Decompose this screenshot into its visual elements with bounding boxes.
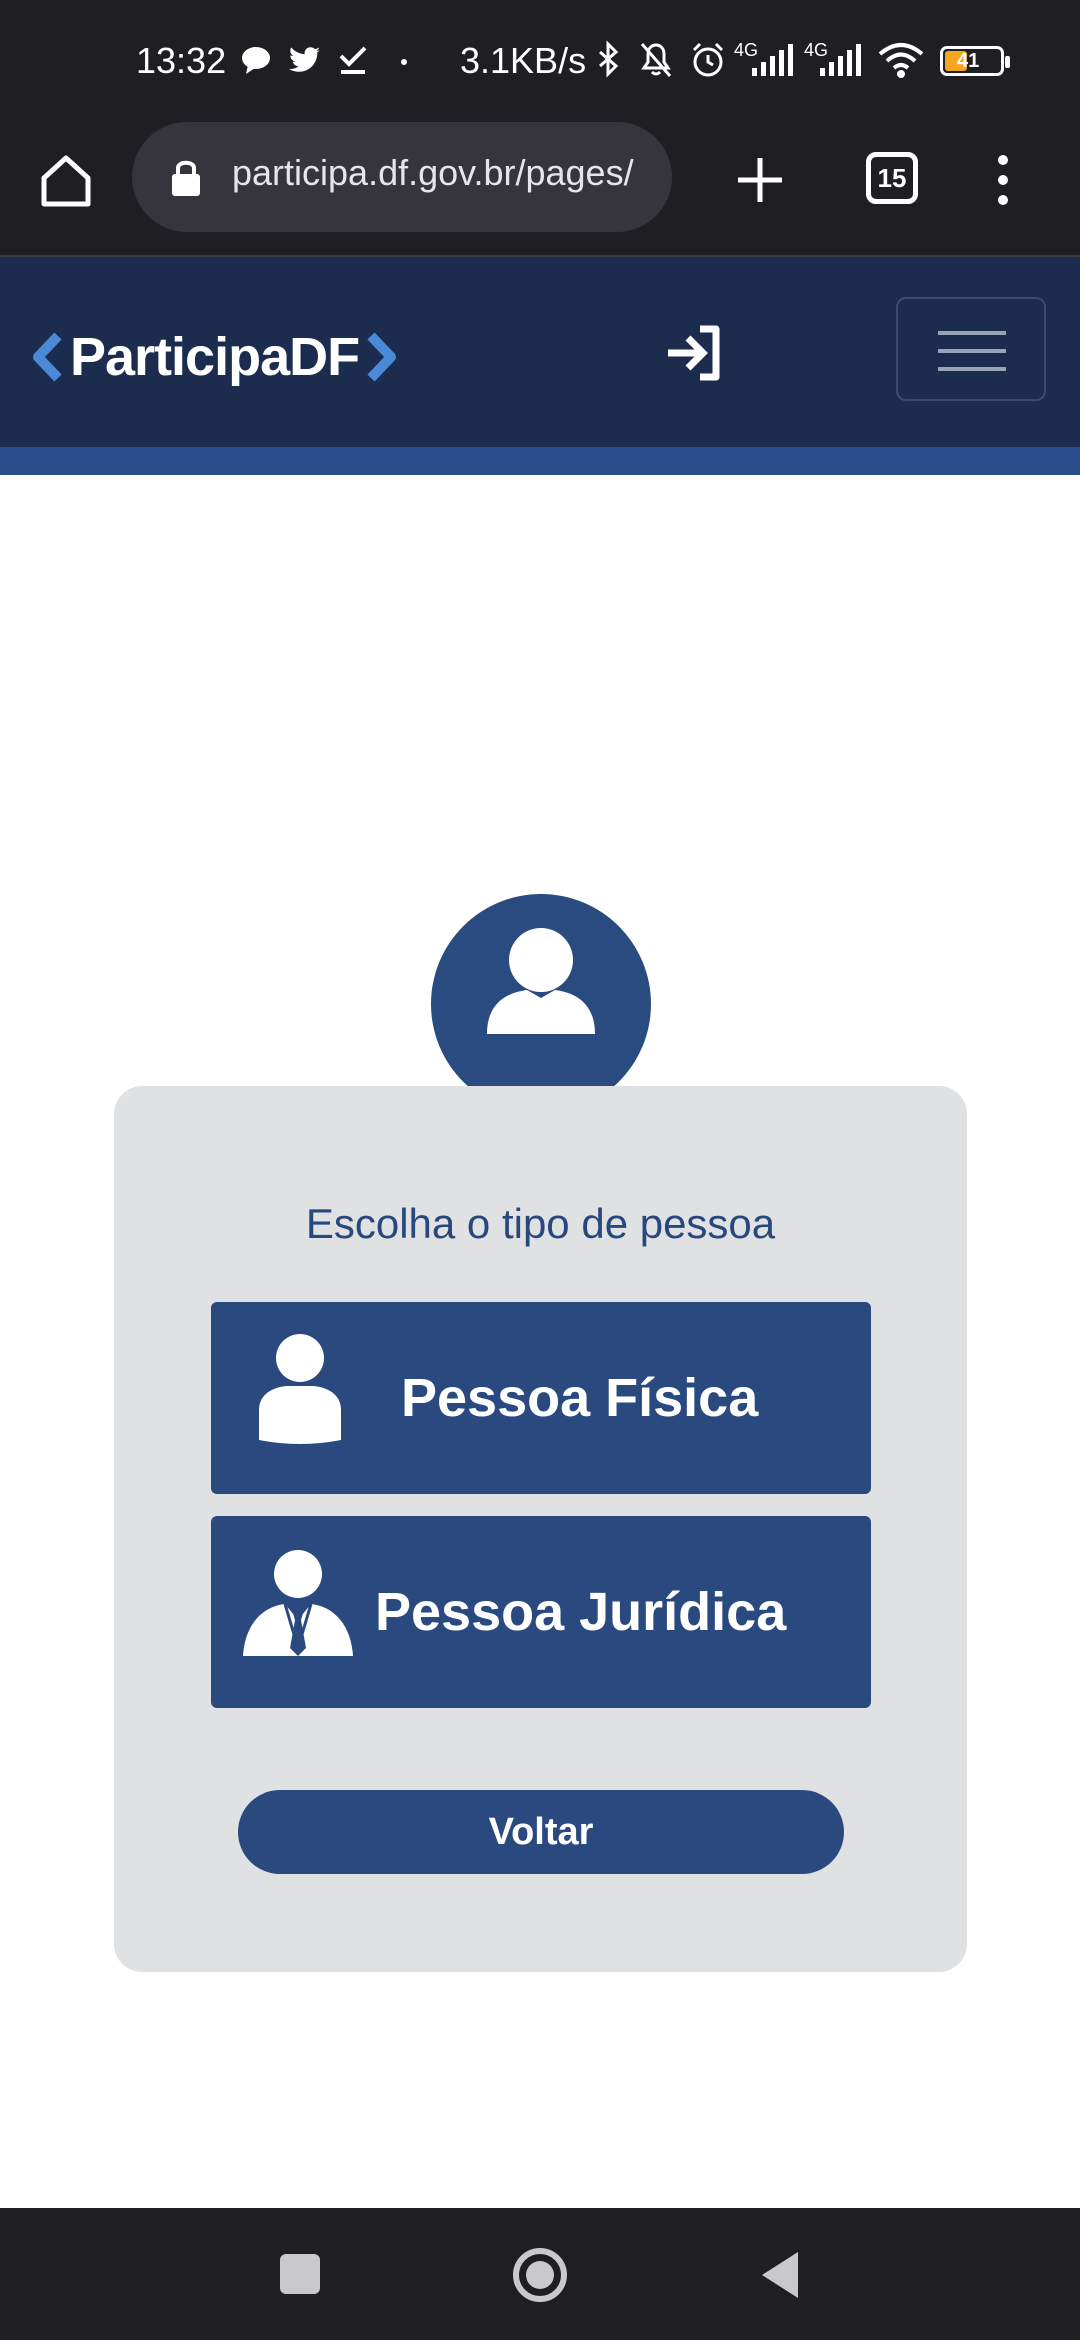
home-icon[interactable] xyxy=(36,150,96,210)
network-speed: 3.1KB/s xyxy=(460,40,587,81)
muted-bell-icon xyxy=(640,43,672,77)
browser-toolbar: participa.df.gov.br/pages/ 15 xyxy=(0,120,1080,257)
site-header: ParticipaDF xyxy=(0,257,1080,447)
recents-button[interactable] xyxy=(280,2254,320,2294)
hamburger-menu-icon xyxy=(938,331,1006,371)
battery-icon: 41 xyxy=(940,46,1010,76)
login-icon[interactable] xyxy=(664,323,724,383)
status-time: 13:32 xyxy=(136,40,227,81)
tab-switcher-button[interactable]: 15 xyxy=(866,152,918,204)
person-type-card: Escolha o tipo de pessoa Pessoa Física P… xyxy=(114,1086,967,1972)
system-navigation-bar xyxy=(0,2208,1080,2340)
twitter-notification-icon xyxy=(288,47,321,72)
pessoa-juridica-button[interactable]: Pessoa Jurídica xyxy=(211,1516,871,1708)
back-button[interactable]: Voltar xyxy=(238,1790,844,1874)
person-icon xyxy=(259,1334,341,1444)
more-options-icon[interactable] xyxy=(986,150,1020,210)
menu-toggle-button[interactable] xyxy=(896,297,1046,401)
signal-strength-1-icon xyxy=(752,44,793,76)
participadf-logo[interactable]: ParticipaDF xyxy=(30,317,399,397)
pessoa-juridica-label: Pessoa Jurídica xyxy=(375,1582,787,1642)
home-button-icon[interactable] xyxy=(511,2246,569,2304)
new-tab-icon[interactable] xyxy=(730,150,790,210)
logo-left-chevron-icon xyxy=(33,332,62,382)
chat-notification-icon xyxy=(242,47,270,74)
download-complete-icon xyxy=(339,46,367,74)
card-title: Escolha o tipo de pessoa xyxy=(305,1200,776,1247)
avatar xyxy=(431,894,651,1114)
header-accent-strip xyxy=(0,447,1080,475)
logo-right-chevron-icon xyxy=(367,332,397,382)
user-icon xyxy=(487,928,595,1034)
pessoa-fisica-label: Pessoa Física xyxy=(401,1368,759,1428)
bluetooth-icon xyxy=(599,40,619,78)
lock-icon xyxy=(172,160,200,196)
more-notifications-dot-icon xyxy=(401,59,407,65)
wifi-icon xyxy=(878,43,924,78)
url-text: participa.df.gov.br/pages/ xyxy=(232,152,634,193)
url-bar[interactable]: participa.df.gov.br/pages/ xyxy=(132,122,672,232)
battery-level: 41 xyxy=(957,50,980,72)
alarm-icon xyxy=(692,42,724,77)
status-bar: 13:32 3.1KB/s 4G 4G 41 xyxy=(0,0,1080,120)
logo-text: ParticipaDF xyxy=(70,327,360,387)
signal-strength-2-icon xyxy=(820,44,861,76)
businessman-icon xyxy=(243,1550,353,1656)
pessoa-fisica-button[interactable]: Pessoa Física xyxy=(211,1302,871,1494)
back-nav-icon[interactable] xyxy=(758,2248,802,2302)
